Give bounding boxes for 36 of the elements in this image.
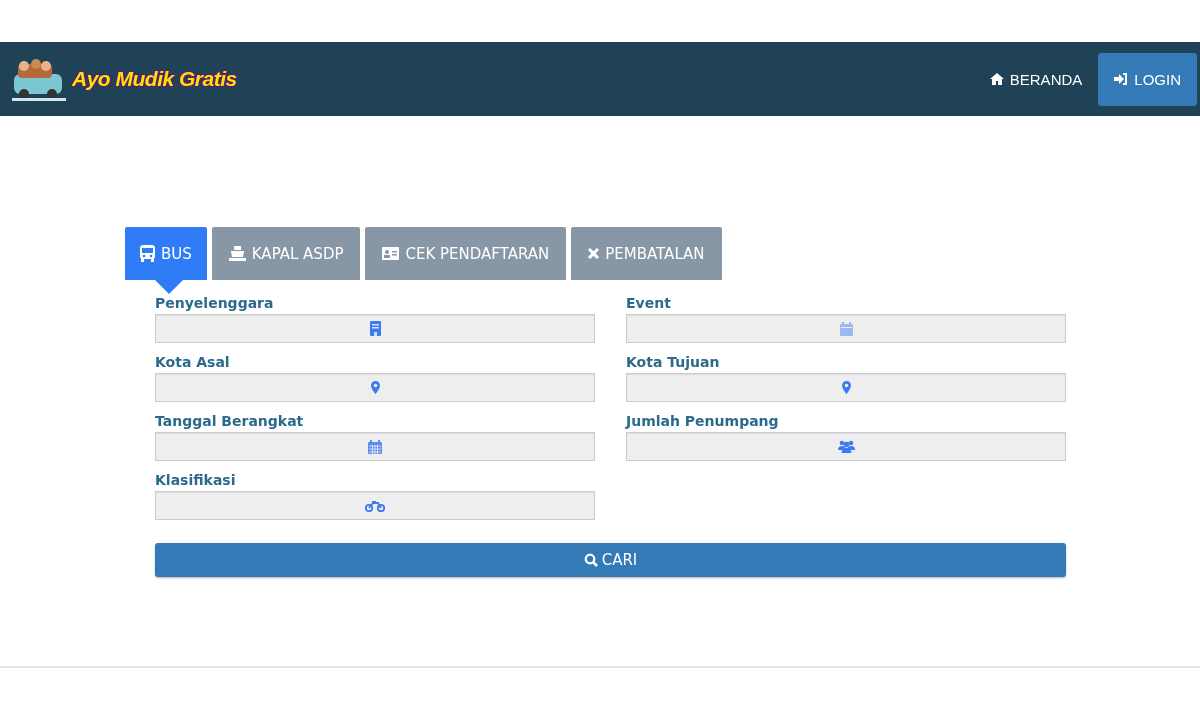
tab[interactable]: CEK PENDAFTARAN [365, 227, 567, 280]
ship-icon [228, 246, 246, 261]
brand-name: Ayo Mudik Gratis [72, 67, 237, 91]
login-button[interactable]: LOGIN [1098, 52, 1197, 106]
field-label: Tanggal Berangkat [155, 413, 305, 430]
bus-icon [140, 245, 155, 262]
field-label: Klasifikasi [155, 472, 237, 489]
select-field[interactable] [155, 432, 595, 461]
map-pin-icon [841, 381, 851, 394]
select-field[interactable] [155, 373, 595, 402]
users-icon [837, 440, 855, 453]
map-pin-icon [370, 381, 380, 394]
bus-cartoon-drawing [10, 56, 68, 102]
id-card-icon [382, 247, 400, 260]
field-label: Kota Asal [155, 354, 231, 371]
select-field[interactable] [626, 373, 1066, 402]
home-icon [989, 73, 1004, 85]
motorcycle-icon [365, 499, 385, 512]
select-field[interactable] [155, 314, 595, 343]
select-field[interactable] [626, 314, 1066, 343]
select-field[interactable] [155, 491, 595, 520]
search-button[interactable]: CARI [155, 543, 1066, 577]
calendar-icon [839, 321, 853, 336]
search-icon [583, 553, 598, 567]
select-field[interactable] [626, 432, 1066, 461]
field-label: Event [626, 295, 672, 312]
field-label: Penyelenggara [155, 295, 275, 312]
calendar-icon [368, 439, 382, 454]
tab[interactable]: KAPAL ASDP [211, 227, 361, 280]
close-icon [588, 248, 600, 259]
field-label: Kota Tujuan [626, 354, 721, 371]
sign-in-icon [1114, 73, 1129, 85]
home-link[interactable]: BERANDA [973, 70, 1099, 88]
building-icon [369, 321, 381, 336]
field-label: Jumlah Penumpang [626, 413, 780, 430]
tab[interactable]: PEMBATALAN [571, 227, 722, 280]
